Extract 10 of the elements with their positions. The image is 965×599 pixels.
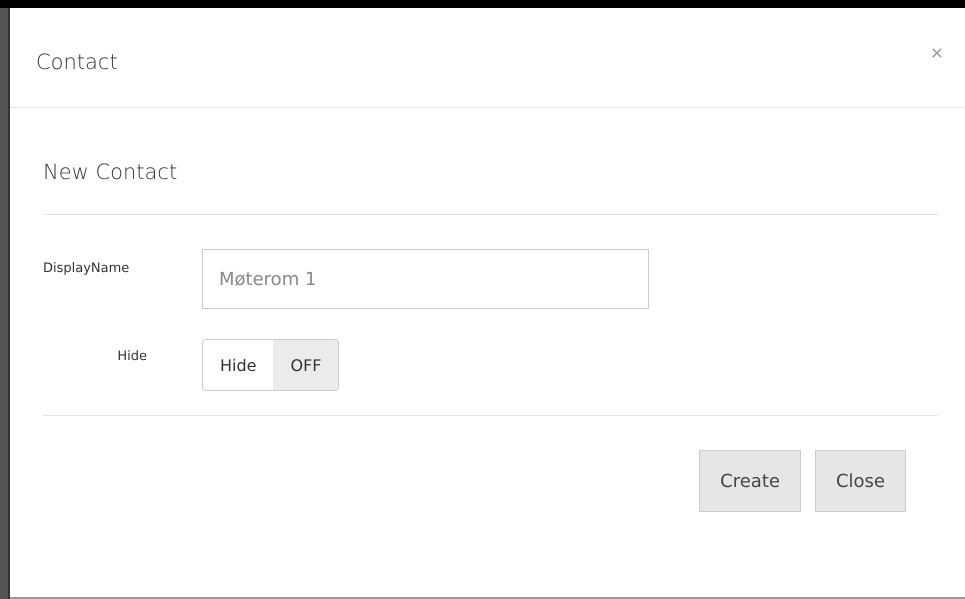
display-name-field[interactable]: Møterom 1 bbox=[202, 249, 649, 309]
field-label: Hide bbox=[116, 349, 148, 364]
hide-toggle[interactable]: Hide OFF bbox=[202, 339, 340, 391]
create-button[interactable]: Create bbox=[699, 450, 801, 512]
dialog-title: Contact bbox=[36, 50, 118, 74]
field-label: DisplayName bbox=[43, 260, 130, 276]
toggle-label: Hide bbox=[203, 340, 274, 390]
close-dialog-button[interactable]: Close bbox=[814, 450, 906, 512]
section-title: New Contact bbox=[43, 160, 938, 215]
toggle-state: OFF bbox=[273, 340, 338, 390]
